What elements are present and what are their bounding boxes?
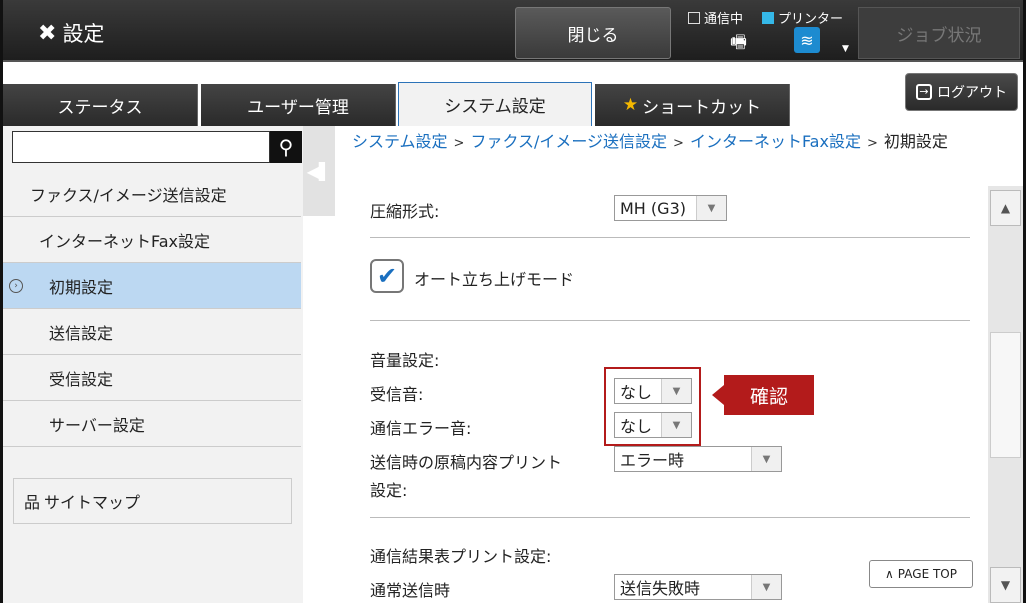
sidebar-item-initial-settings[interactable]: › 初期設定 xyxy=(3,263,301,309)
app-title-label: 設定 xyxy=(62,22,105,46)
tab-shortcut-label: ショートカット xyxy=(642,97,762,118)
tab-status[interactable]: ステータス xyxy=(3,84,198,126)
sidebar-item-receive-settings[interactable]: 受信設定 xyxy=(3,355,301,401)
auto-start-checkbox[interactable]: ✔ xyxy=(370,259,404,293)
search-button[interactable]: ⚲ xyxy=(270,131,302,163)
page-top-label: PAGE TOP xyxy=(897,567,957,581)
star-icon: ★ xyxy=(622,95,639,115)
chevron-up-icon: ∧ xyxy=(885,567,894,581)
sidebar-collapse-button[interactable]: ◀▌ xyxy=(303,126,335,216)
sitemap-button[interactable]: 品 サイトマップ xyxy=(13,478,292,524)
sidebar-item-label: 送信設定 xyxy=(49,323,114,343)
frame-left-border xyxy=(0,0,3,603)
triangle-down-icon: ▼ xyxy=(1000,578,1011,592)
report-heading: 通信結果表プリント設定: xyxy=(370,547,552,566)
chevron-down-icon: ▼ xyxy=(751,575,781,599)
sidebar-search-input[interactable] xyxy=(12,131,270,163)
comm-status: 通信中 xyxy=(688,8,743,27)
sidebar-item-internet-fax[interactable]: インターネットFax設定 xyxy=(3,217,301,263)
tab-shortcut[interactable]: ★ ショートカット xyxy=(595,84,790,126)
settings-panel: 圧縮形式: MH (G3) ▼ ✔ オート立ち上げモード 音量設定: 受信音: … xyxy=(352,186,988,603)
confirm-highlight-box xyxy=(604,367,701,446)
printer-status: プリンター xyxy=(762,8,843,27)
sidebar-item-label: インターネットFax設定 xyxy=(39,231,211,251)
scroll-up-button[interactable]: ▲ xyxy=(990,190,1021,226)
sidebar: ⚲ ファクス/イメージ送信設定 インターネットFax設定 › 初期設定 送信設定… xyxy=(3,126,303,603)
comm-status-label: 通信中 xyxy=(704,12,744,27)
tab-status-label: ステータス xyxy=(57,97,143,118)
logout-icon: → xyxy=(916,84,932,100)
breadcrumb-separator: > xyxy=(453,136,465,151)
sidebar-item-fax-image-send[interactable]: ファクス/イメージ送信設定 xyxy=(3,171,301,217)
sitemap-icon: 品 xyxy=(24,493,41,512)
breadcrumb-current: 初期設定 xyxy=(883,132,948,151)
sidebar-item-send-settings[interactable]: 送信設定 xyxy=(3,309,301,355)
divider xyxy=(370,517,970,518)
job-status-button[interactable]: ジョブ状況 xyxy=(858,7,1020,59)
compression-label: 圧縮形式: xyxy=(370,202,440,221)
original-print-label-line2: 設定: xyxy=(370,481,408,500)
confirm-callout: 確認 xyxy=(724,375,814,415)
printer-status-label: プリンター xyxy=(778,12,844,27)
original-print-select[interactable]: エラー時 ▼ xyxy=(614,446,782,472)
triangle-up-icon: ▲ xyxy=(1000,201,1011,215)
device-status[interactable]: 通信中 プリンター 🖷 ≋ ▼ xyxy=(686,6,856,58)
divider xyxy=(370,237,970,238)
collapse-left-icon: ◀▌ xyxy=(306,161,332,181)
sidebar-item-label: 受信設定 xyxy=(49,369,114,389)
breadcrumb-separator: > xyxy=(673,136,684,151)
volume-heading: 音量設定: xyxy=(370,351,440,370)
fax-icon: 🖷 xyxy=(730,32,747,53)
search-icon: ⚲ xyxy=(278,135,294,159)
logout-button[interactable]: → ログアウト xyxy=(905,73,1018,111)
normal-send-select[interactable]: 送信失敗時 ▼ xyxy=(614,574,782,600)
checkmark-icon: ✔ xyxy=(376,262,398,290)
normal-send-value: 送信失敗時 xyxy=(620,579,701,598)
breadcrumb: システム設定 > ファクス/イメージ送信設定 > インターネットFax設定 > 初期設定 xyxy=(352,128,1012,158)
auto-start-label: オート立ち上げモード xyxy=(414,270,575,289)
confirm-callout-arrow xyxy=(712,385,724,405)
close-button[interactable]: 閉じる xyxy=(515,7,671,59)
vertical-scrollbar[interactable]: ▲ ▼ xyxy=(988,186,1023,603)
breadcrumb-separator: > xyxy=(866,136,878,151)
scroll-down-button[interactable]: ▼ xyxy=(990,567,1021,603)
tab-user-management-label: ユーザー管理 xyxy=(247,97,349,118)
error-sound-label: 通信エラー音: xyxy=(370,419,472,438)
page-top-button[interactable]: ∧ PAGE TOP xyxy=(869,560,973,588)
logout-label: ログアウト xyxy=(937,85,1007,101)
original-print-label-line1: 送信時の原稿内容プリント xyxy=(370,453,563,472)
chevron-right-icon: › xyxy=(9,278,23,293)
caret-down-icon[interactable]: ▼ xyxy=(842,44,849,54)
tab-system-settings-label: システム設定 xyxy=(444,97,546,117)
sidebar-item-label: 初期設定 xyxy=(49,277,114,297)
chevron-down-icon: ▼ xyxy=(696,196,726,220)
sidebar-item-label: サーバー設定 xyxy=(49,415,145,435)
comm-status-indicator xyxy=(688,11,700,24)
compression-value: MH (G3) xyxy=(620,198,686,218)
compression-select[interactable]: MH (G3) ▼ xyxy=(614,195,727,221)
scroll-thumb[interactable] xyxy=(990,332,1021,458)
chevron-down-icon: ▼ xyxy=(751,447,781,471)
divider xyxy=(370,320,970,321)
printer-status-indicator xyxy=(762,11,774,24)
tools-icon: ✖︎ xyxy=(38,20,57,46)
receive-sound-label: 受信音: xyxy=(370,385,424,404)
tab-user-management[interactable]: ユーザー管理 xyxy=(201,84,396,126)
sitemap-label: サイトマップ xyxy=(44,493,141,512)
normal-send-label: 通常送信時 xyxy=(370,581,451,600)
sidebar-item-server-settings[interactable]: サーバー設定 xyxy=(3,401,301,447)
app-title: ✖︎ 設定 xyxy=(38,18,104,48)
breadcrumb-link-internet-fax[interactable]: インターネットFax設定 xyxy=(690,132,861,151)
sidebar-item-label: ファクス/イメージ送信設定 xyxy=(30,185,227,205)
top-bar: ✖︎ 設定 閉じる 通信中 プリンター 🖷 ≋ ▼ ジョブ状況 xyxy=(0,0,1026,62)
wifi-icon: ≋ xyxy=(794,27,820,53)
tab-system-settings[interactable]: システム設定 xyxy=(398,82,592,126)
tab-bar: ステータス ユーザー管理 システム設定 ★ ショートカット → ログアウト xyxy=(0,62,1026,126)
original-print-value: エラー時 xyxy=(620,451,685,470)
breadcrumb-link-system-settings[interactable]: システム設定 xyxy=(352,132,448,151)
breadcrumb-link-fax-image-send[interactable]: ファクス/イメージ送信設定 xyxy=(470,132,667,151)
